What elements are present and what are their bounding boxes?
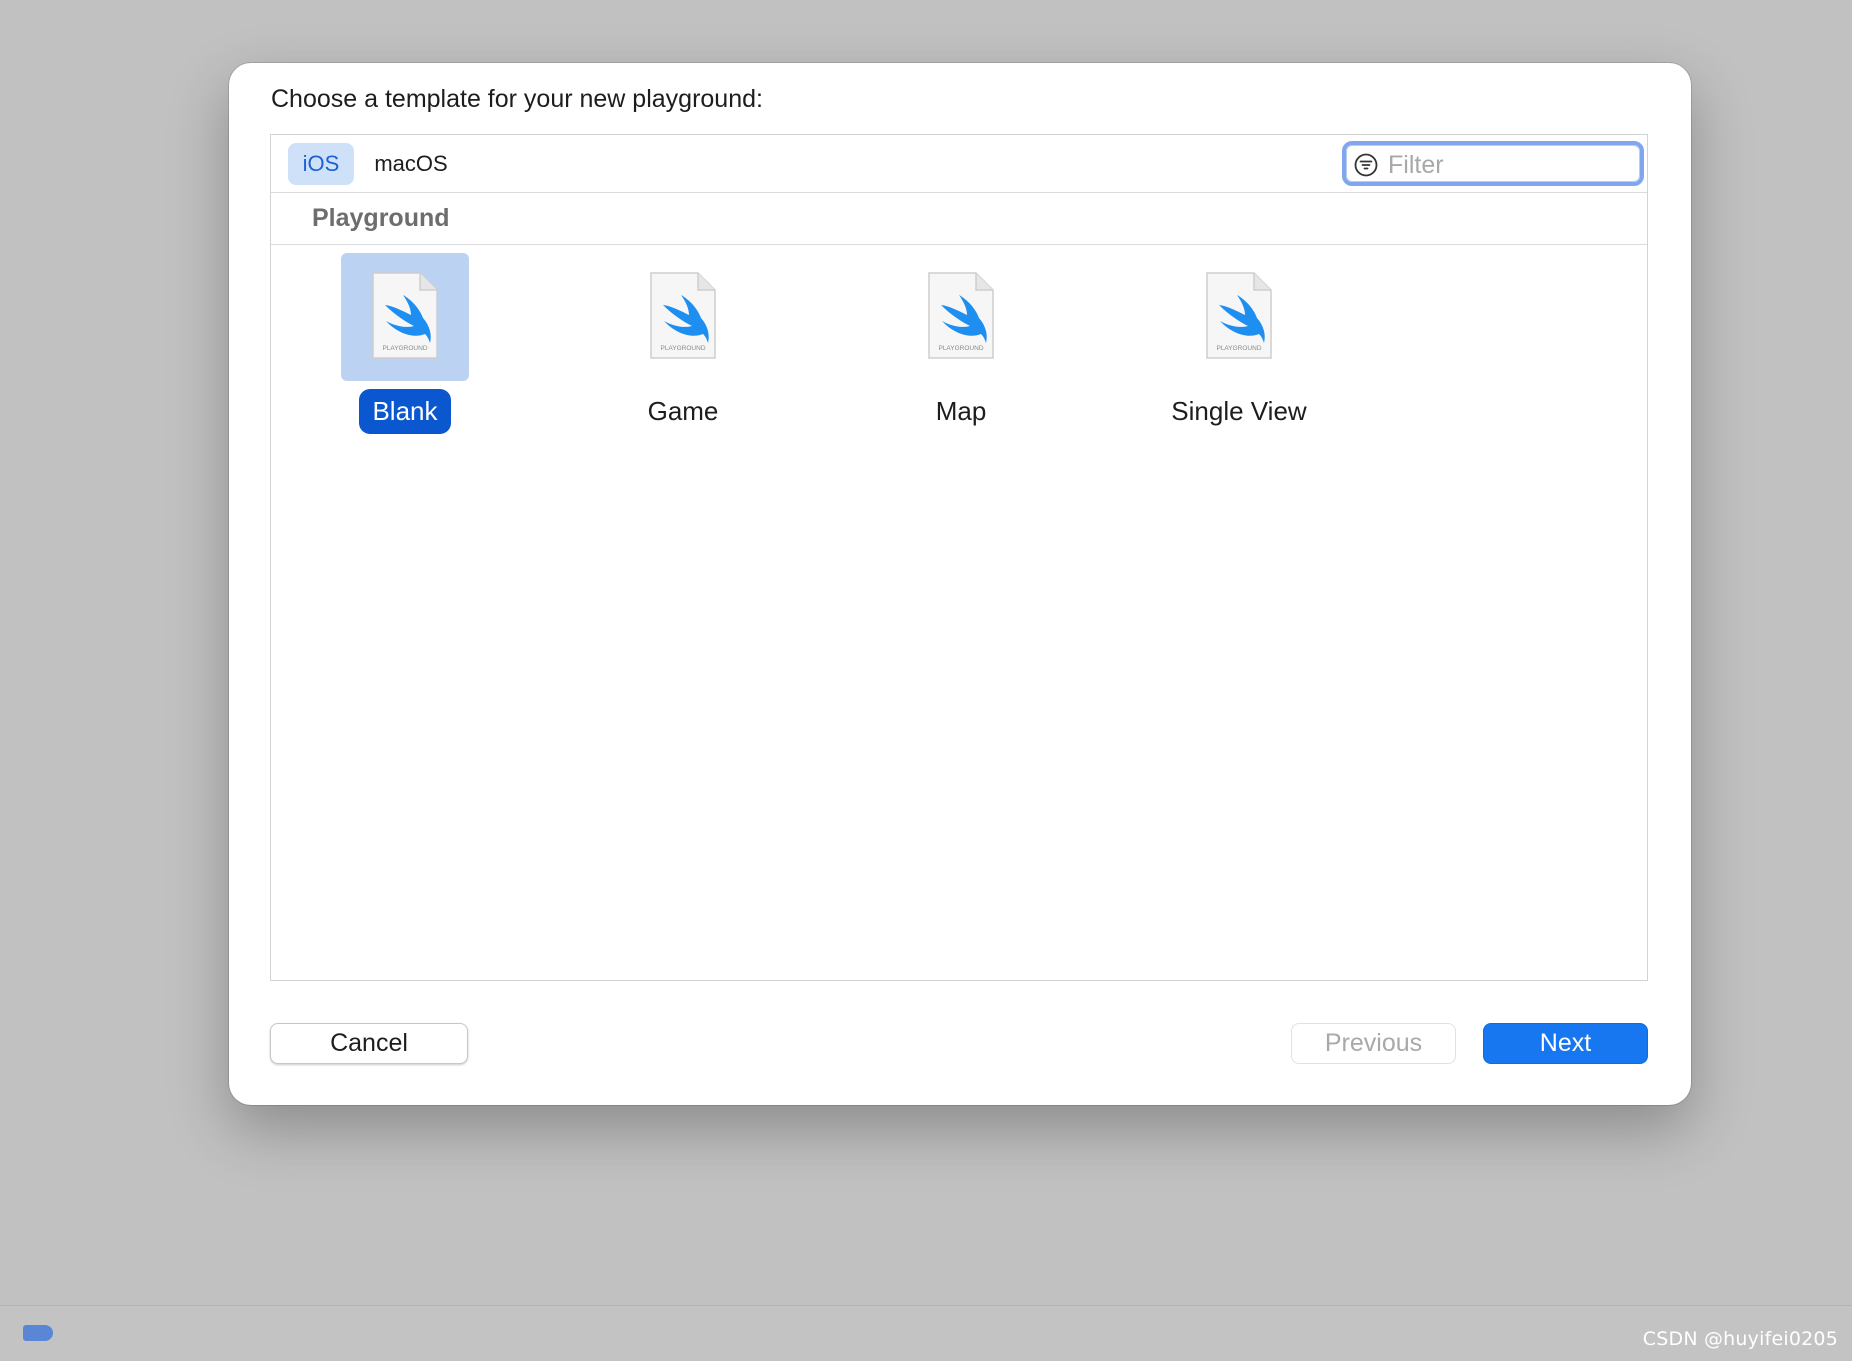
tab-ios[interactable]: iOS bbox=[288, 143, 354, 185]
tab-macos[interactable]: macOS bbox=[368, 143, 454, 185]
template-label: Game bbox=[593, 389, 773, 434]
template-name: Map bbox=[935, 396, 987, 426]
template-item[interactable]: PLAYGROUND Single View bbox=[1149, 253, 1329, 433]
previous-button[interactable]: Previous bbox=[1291, 1023, 1456, 1064]
template-icon-tile: PLAYGROUND bbox=[619, 253, 747, 381]
template-item[interactable]: PLAYGROUND Blank bbox=[315, 253, 495, 434]
icon-caption: PLAYGROUND bbox=[1216, 345, 1261, 352]
next-button[interactable]: Next bbox=[1483, 1023, 1648, 1064]
template-name: Game bbox=[647, 396, 719, 426]
template-label: Blank bbox=[315, 389, 495, 434]
icon-caption: PLAYGROUND bbox=[382, 345, 427, 352]
swift-playground-icon: PLAYGROUND bbox=[1206, 272, 1272, 359]
filter-icon bbox=[1354, 153, 1378, 177]
template-icon-tile: PLAYGROUND bbox=[341, 253, 469, 381]
template-label: Single View bbox=[1149, 389, 1329, 434]
filter-input[interactable] bbox=[1386, 148, 1635, 182]
template-item[interactable]: PLAYGROUND Game bbox=[593, 253, 773, 433]
template-icon-tile: PLAYGROUND bbox=[897, 253, 1025, 381]
filter-field[interactable] bbox=[1342, 141, 1644, 186]
template-name: Single View bbox=[1171, 396, 1307, 426]
cancel-button[interactable]: Cancel bbox=[270, 1023, 468, 1064]
platform-bar: iOS macOS bbox=[271, 135, 1647, 193]
template-icon-tile: PLAYGROUND bbox=[1175, 253, 1303, 381]
icon-caption: PLAYGROUND bbox=[938, 345, 983, 352]
new-playground-dialog: Choose a template for your new playgroun… bbox=[229, 63, 1691, 1105]
section-header: Playground bbox=[271, 192, 1647, 245]
swift-playground-icon: PLAYGROUND bbox=[372, 272, 438, 359]
tag-icon[interactable] bbox=[23, 1325, 53, 1341]
template-label: Map bbox=[871, 389, 1051, 434]
swift-playground-icon: PLAYGROUND bbox=[928, 272, 994, 359]
icon-caption: PLAYGROUND bbox=[660, 345, 705, 352]
dialog-title: Choose a template for your new playgroun… bbox=[271, 85, 763, 113]
template-panel: iOS macOS Playground PLAYGROUNDBlankPLAY… bbox=[270, 134, 1648, 981]
section-title: Playground bbox=[312, 204, 450, 232]
template-item[interactable]: PLAYGROUND Map bbox=[871, 253, 1051, 433]
template-name: Blank bbox=[359, 389, 451, 434]
window-bottom-bar bbox=[0, 1305, 1852, 1361]
swift-playground-icon: PLAYGROUND bbox=[650, 272, 716, 359]
watermark: CSDN @huyifei0205 bbox=[1642, 1328, 1838, 1350]
